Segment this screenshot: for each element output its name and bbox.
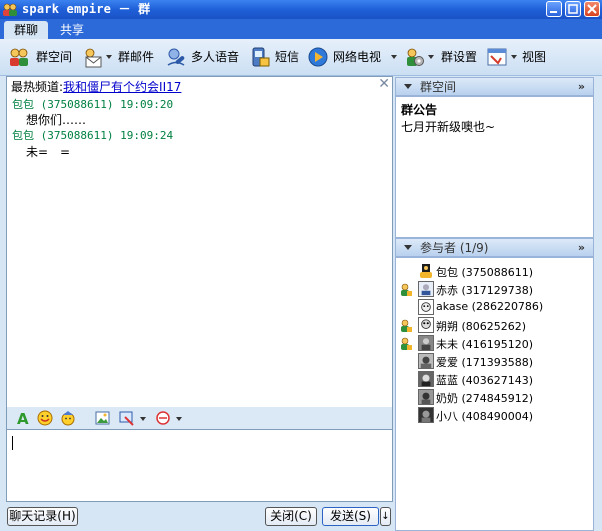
- chevron-down-icon[interactable]: [140, 417, 146, 421]
- tv-icon: [308, 47, 328, 67]
- avatar: [418, 335, 434, 351]
- member-item[interactable]: akase (286220786): [396, 299, 593, 317]
- member-item[interactable]: 小八 (408490004): [396, 407, 593, 425]
- chevron-down-icon[interactable]: [176, 417, 182, 421]
- admin-badge-icon: [401, 337, 412, 350]
- input-toolbar: A: [6, 407, 393, 429]
- collapse-icon: [404, 245, 412, 250]
- magic-emoticon-icon[interactable]: [60, 410, 76, 426]
- group-settings-icon: [407, 48, 424, 66]
- shake-icon[interactable]: [155, 410, 171, 426]
- group-space-icon: [10, 48, 28, 66]
- sms-icon: [252, 47, 270, 67]
- group-notice-panel: 群公告 七月开新级噢也~: [395, 96, 594, 238]
- chevron-down-icon: [391, 55, 397, 59]
- member-name: 奶奶 (274845912): [436, 392, 534, 405]
- avatar: [418, 353, 434, 369]
- member-item[interactable]: 朔朔 (80625262): [396, 317, 593, 335]
- window-title: spark empire － 群: [22, 2, 151, 16]
- member-name: 包包 (375088611): [436, 266, 534, 279]
- avatar: [418, 407, 434, 423]
- member-name: 赤赤 (317129738): [436, 284, 534, 297]
- voice-icon: [167, 48, 185, 66]
- font-icon[interactable]: A: [15, 410, 31, 426]
- toolbar-label: 群设置: [441, 50, 478, 64]
- close-window-button[interactable]: [584, 1, 600, 17]
- expand-right-icon[interactable]: »: [578, 78, 585, 95]
- minimize-button[interactable]: [546, 1, 562, 17]
- view-icon: [487, 48, 507, 66]
- member-item[interactable]: 赤赤 (317129738): [396, 281, 593, 299]
- member-item[interactable]: 包包 (375088611): [396, 263, 593, 281]
- group-mail-icon: [85, 48, 102, 68]
- title-bar[interactable]: spark empire － 群: [0, 0, 602, 19]
- emoticon-icon[interactable]: [37, 410, 53, 426]
- member-name: 爱爱 (171393588): [436, 356, 534, 369]
- avatar: [418, 317, 434, 333]
- text-cursor: [12, 436, 13, 450]
- chevron-down-icon: [511, 55, 517, 59]
- message-sender: 包包 (375088611) 19:09:20: [12, 98, 174, 111]
- notice-text: 七月开新级噢也~: [401, 120, 496, 134]
- tab-bar: 群聊 共享: [0, 19, 602, 39]
- member-item[interactable]: 奶奶 (274845912): [396, 389, 593, 407]
- group-avatar-icon: [3, 3, 17, 16]
- hot-channel: 最热频道:我和僵尸有个约会II17: [11, 78, 181, 95]
- message-sender: 包包 (375088611) 19:09:24: [12, 129, 174, 142]
- avatar: [420, 264, 432, 278]
- minimize-icon: [550, 11, 557, 13]
- member-item[interactable]: 爱爱 (171393588): [396, 353, 593, 371]
- group-space-title: 群空间: [420, 80, 457, 94]
- avatar: [418, 389, 434, 405]
- admin-badge-icon: [401, 319, 412, 332]
- avatar: [418, 299, 434, 315]
- member-name: 朔朔 (80625262): [436, 320, 527, 333]
- member-name: akase (286220786): [436, 300, 544, 313]
- toolbar-label: 短信: [275, 50, 300, 64]
- member-name: 小八 (408490004): [436, 410, 534, 423]
- qq-group-chat-window: spark empire － 群 群聊 共享 群空间 群邮件 多人语音 短信 网…: [0, 0, 602, 531]
- admin-badge-icon: [401, 283, 412, 296]
- screenshot-icon[interactable]: [119, 410, 135, 426]
- notice-title: 群公告: [401, 103, 438, 117]
- chat-history-button[interactable]: 聊天记录(H): [7, 507, 78, 526]
- member-item[interactable]: 未未 (416195120): [396, 335, 593, 353]
- member-name: 蓝蓝 (403627143): [436, 374, 534, 387]
- toolbar-label: 群空间: [36, 50, 73, 64]
- close-button[interactable]: 关闭(C): [265, 507, 317, 526]
- avatar: [418, 281, 434, 297]
- members-title: 参与者 (1/9): [420, 241, 489, 255]
- members-header[interactable]: 参与者 (1/9) »: [395, 238, 594, 257]
- tab-share[interactable]: 共享: [52, 21, 92, 39]
- message-history[interactable]: 最热频道:我和僵尸有个约会II17 ✕ 包包 (375088611) 19:09…: [6, 76, 393, 409]
- avatar: [418, 371, 434, 387]
- tab-group-chat[interactable]: 群聊: [4, 21, 48, 39]
- toolbar-label: 网络电视: [333, 50, 382, 64]
- member-list: 包包 (375088611) 赤赤 (317129738) akase (286…: [395, 257, 594, 531]
- collapse-icon: [404, 84, 412, 89]
- hot-channel-link[interactable]: 我和僵尸有个约会II17: [63, 80, 181, 94]
- member-name: 未未 (416195120): [436, 338, 534, 351]
- toolbar: 群空间 群邮件 多人语音 短信 网络电视 群设置 视图: [0, 39, 602, 76]
- maximize-icon: [568, 4, 578, 14]
- message-text: 未= =: [26, 145, 71, 159]
- hot-channel-label: 最热频道:: [11, 80, 64, 94]
- expand-right-icon[interactable]: »: [578, 239, 585, 256]
- chevron-down-icon: [106, 55, 112, 59]
- message-text: 想你们……: [26, 113, 87, 127]
- send-options-button[interactable]: ↓: [380, 507, 391, 526]
- group-space-header[interactable]: 群空间 »: [395, 77, 594, 96]
- member-item[interactable]: 蓝蓝 (403627143): [396, 371, 593, 389]
- close-icon[interactable]: ✕: [378, 76, 390, 92]
- toolbar-label: 群邮件: [118, 50, 155, 64]
- svg-text:A: A: [17, 410, 29, 426]
- send-image-icon[interactable]: [95, 410, 111, 426]
- send-button[interactable]: 发送(S): [322, 507, 379, 526]
- close-icon: [587, 4, 597, 14]
- chevron-down-icon: [428, 55, 434, 59]
- maximize-button[interactable]: [565, 1, 581, 17]
- toolbar-label: 多人语音: [191, 50, 240, 64]
- toolbar-label: 视图: [522, 50, 547, 64]
- message-input[interactable]: [6, 429, 393, 502]
